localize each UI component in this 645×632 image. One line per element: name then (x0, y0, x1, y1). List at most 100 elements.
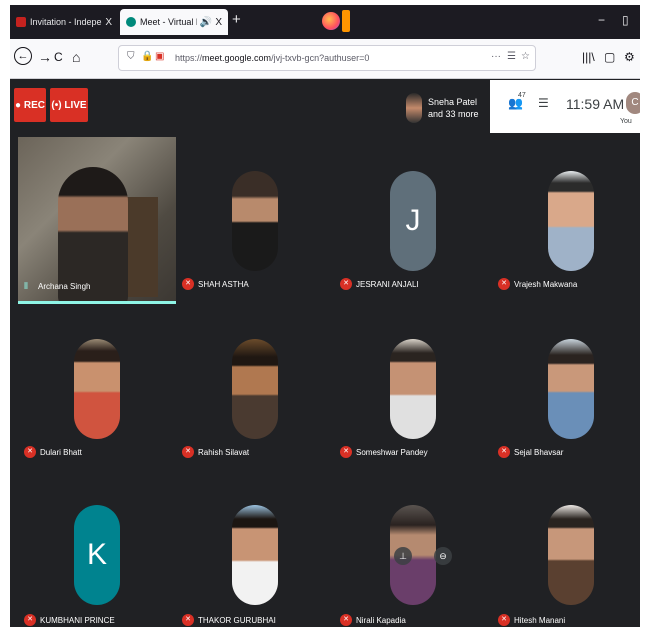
participant-avatar (232, 339, 278, 439)
tab-invitation[interactable]: Invitation - Independence Day X (10, 9, 118, 35)
participant-name: Rahish Silavat (198, 447, 250, 457)
tab-bar: Invitation - Independence Day X Meet - V… (10, 5, 640, 39)
participant-avatar: J (390, 171, 436, 271)
participant-name: JESRANI ANJALI (356, 279, 419, 289)
tab-title: Meet - Virtual Patriotic Poe (140, 17, 197, 27)
sidebar-icon[interactable]: ▢ (604, 50, 615, 64)
participant-avatar (548, 505, 594, 605)
participant-tile[interactable]: ✕ SHAH ASTHA (176, 137, 334, 303)
participant-label: ✕ Nirali Kapadia (340, 614, 406, 626)
tab-meet[interactable]: Meet - Virtual Patriotic Poe 🔊 X (120, 9, 228, 35)
participant-label: ✕ SHAH ASTHA (182, 278, 249, 290)
participant-name: Vrajesh Makwana (514, 279, 578, 289)
live-indicator: (•) LIVE (50, 88, 88, 122)
participant-label: ✕ Someshwar Pandey (340, 446, 428, 458)
participant-name: Someshwar Pandey (356, 447, 428, 457)
participant-label: ✕ KUMBHANI PRINCE (24, 614, 115, 626)
library-icon[interactable]: |||\ (582, 50, 595, 64)
remove-icon[interactable]: ⊖ (434, 547, 452, 565)
participant-tile[interactable]: ✕ Dulari Bhatt (18, 305, 176, 471)
participant-avatar (390, 339, 436, 439)
participant-video-tile[interactable]: ⦀ Archana Singh (18, 137, 176, 301)
self-avatar[interactable]: C (626, 92, 640, 114)
tab-title: Invitation - Independence Day (30, 17, 102, 27)
lock-icon[interactable]: 🔒 (141, 51, 153, 62)
participant-avatar (548, 171, 594, 271)
mic-muted-icon: ✕ (498, 446, 510, 458)
mic-muted-icon: ✕ (340, 278, 352, 290)
presenter-label: Sneha Patel and 33 more (428, 97, 479, 119)
speaking-icon: ⦀ (24, 281, 28, 291)
back-button[interactable]: ← (14, 47, 32, 65)
participant-label: ✕ Rahish Silavat (182, 446, 249, 458)
participant-tile[interactable]: ⊥ ⊖ ✕ Nirali Kapadia (334, 471, 492, 627)
tab-close-icon[interactable]: X (215, 17, 222, 28)
permissions-icon[interactable]: ▣ (155, 51, 164, 62)
participant-tile[interactable]: ✕ Vrajesh Makwana (492, 137, 640, 303)
firefox-indicator-icon (342, 10, 350, 32)
page-actions-icon[interactable]: ··· (491, 51, 501, 62)
participant-label: ⦀ Archana Singh (24, 281, 90, 291)
participant-name: Hitesh Manani (514, 615, 566, 625)
participant-label: ✕ JESRANI ANJALI (340, 278, 419, 290)
participant-tile[interactable]: ✕ Rahish Silavat (176, 305, 334, 471)
forward-button[interactable]: → (38, 49, 52, 65)
people-count: 47 (518, 92, 526, 99)
meeting-clock: 11:59 AM (566, 96, 625, 112)
participant-label: ✕ THAKOR GURUBHAI (182, 614, 276, 626)
url-text[interactable]: https://meet.google.com/jvj-txvb-gcn?aut… (175, 53, 369, 63)
url-bar[interactable]: ⛉ 🔒 ▣ https://meet.google.com/jvj-txvb-g… (118, 45, 536, 71)
tab-audio-icon[interactable]: 🔊 (200, 17, 212, 28)
participant-tile[interactable]: J ✕ JESRANI ANJALI (334, 137, 492, 303)
mic-muted-icon: ✕ (24, 614, 36, 626)
self-label: You (620, 118, 632, 125)
bookmark-star-icon[interactable]: ☆ (521, 51, 530, 62)
participant-grid: ⦀ Archana Singh ✕ SHAH ASTHA J ✕ JESRANI A… (10, 133, 640, 627)
navigation-bar: ← → C ⌂ ⛉ 🔒 ▣ https://meet.google.com/jv… (10, 39, 640, 79)
recording-indicator: ● REC (14, 88, 46, 122)
minimize-button[interactable]: − (598, 13, 605, 27)
pin-icon[interactable]: ⊥ (394, 547, 412, 565)
account-icon[interactable]: ⚙ (624, 50, 635, 64)
participant-tile[interactable]: ✕ Sejal Bhavsar (492, 305, 640, 471)
home-button[interactable]: ⌂ (72, 49, 80, 65)
mic-muted-icon: ✕ (498, 278, 510, 290)
browser-window: Invitation - Independence Day X Meet - V… (10, 5, 640, 627)
restore-button[interactable]: ▯ (622, 13, 629, 27)
participant-avatar: K (74, 505, 120, 605)
active-speaker-bar (18, 301, 176, 304)
participant-tile[interactable]: K ✕ KUMBHANI PRINCE (18, 471, 176, 627)
reload-button[interactable]: C (54, 50, 63, 64)
mic-muted-icon: ✕ (498, 614, 510, 626)
participant-tile[interactable]: ✕ Someshwar Pandey (334, 305, 492, 471)
participant-label: ✕ Dulari Bhatt (24, 446, 82, 458)
gmail-favicon-icon (16, 17, 26, 27)
chat-icon[interactable]: ☰ (538, 96, 549, 110)
firefox-logo-icon (322, 12, 340, 30)
mic-muted-icon: ✕ (340, 614, 352, 626)
mic-muted-icon: ✕ (182, 614, 194, 626)
participant-name: KUMBHANI PRINCE (40, 615, 115, 625)
participant-label: ✕ Vrajesh Makwana (498, 278, 577, 290)
participant-label: ✕ Sejal Bhavsar (498, 446, 563, 458)
mic-muted-icon: ✕ (24, 446, 36, 458)
presenter-avatar (406, 93, 422, 123)
shield-icon[interactable]: ⛉ (127, 51, 135, 62)
participant-tile[interactable]: ✕ Hitesh Manani (492, 471, 640, 627)
participant-tile[interactable]: ✕ THAKOR GURUBHAI (176, 471, 334, 627)
participant-avatar (232, 171, 278, 271)
pocket-icon[interactable]: ☰ (507, 51, 516, 62)
participant-name: Nirali Kapadia (356, 615, 406, 625)
tab-close-icon[interactable]: X (105, 17, 112, 28)
new-tab-button[interactable]: + (232, 11, 241, 28)
participant-avatar (232, 505, 278, 605)
presenter-chip[interactable]: Sneha Patel and 33 more (406, 88, 488, 128)
participant-name: Dulari Bhatt (40, 447, 82, 457)
participant-name: THAKOR GURUBHAI (198, 615, 276, 625)
participant-avatar (74, 339, 120, 439)
mic-muted-icon: ✕ (340, 446, 352, 458)
mic-muted-icon: ✕ (182, 446, 194, 458)
meet-favicon-icon (126, 17, 136, 27)
meet-controls-panel: 👥 47 ☰ 11:59 AM C You (490, 80, 640, 133)
participant-name: SHAH ASTHA (198, 279, 249, 289)
